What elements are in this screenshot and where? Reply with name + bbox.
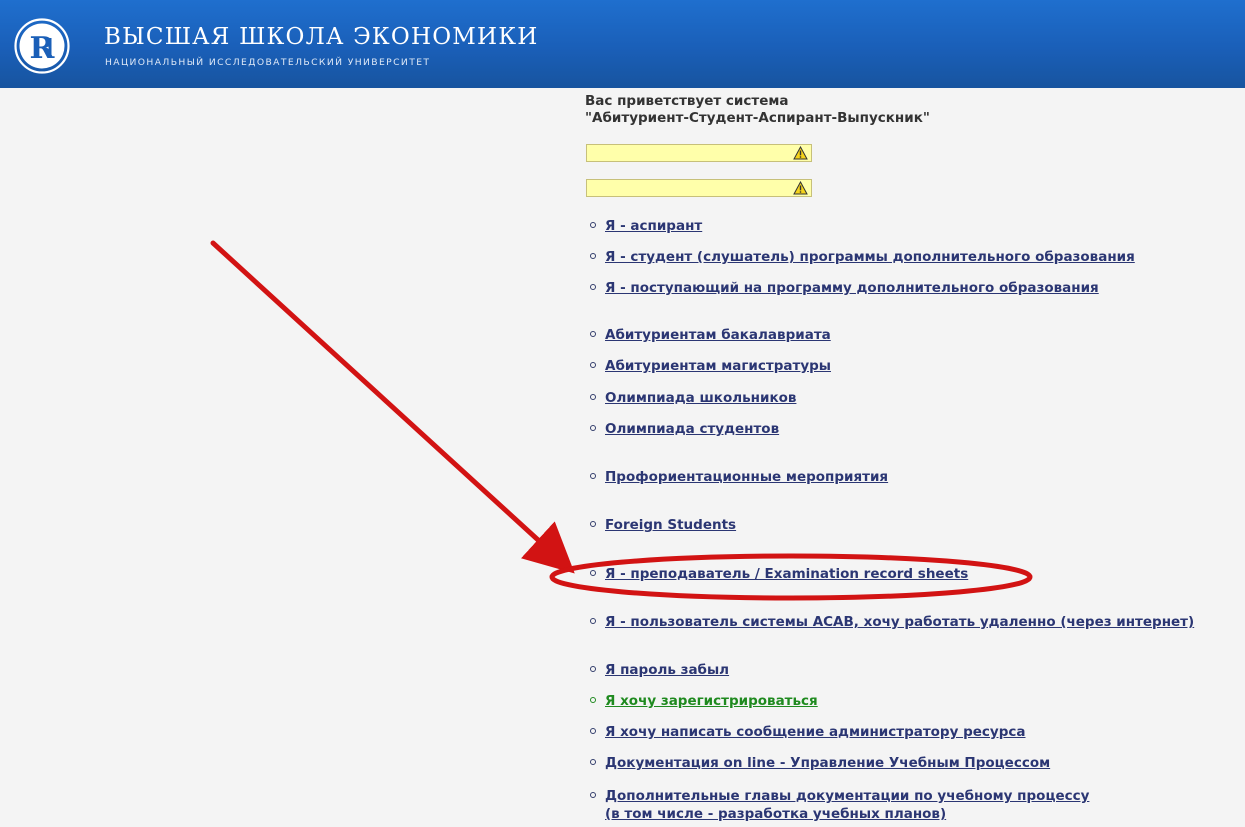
bullet-icon xyxy=(590,697,596,703)
link-student-olympiad[interactable]: Олимпиада студентов xyxy=(590,420,779,438)
link-text[interactable]: Олимпиада студентов xyxy=(605,421,779,437)
link-text[interactable]: Я - преподаватель / Examination record s… xyxy=(605,566,968,582)
bullet-icon xyxy=(590,425,596,431)
link-text[interactable]: Профориентационные мероприятия xyxy=(605,469,888,485)
warning-field-1 xyxy=(586,144,812,162)
bullet-icon xyxy=(590,473,596,479)
bullet-icon xyxy=(590,666,596,672)
link-text[interactable]: Я - поступающий на программу дополнитель… xyxy=(605,280,1099,296)
bullet-icon xyxy=(590,521,596,527)
link-bachelor-applicants[interactable]: Абитуриентам бакалавриата xyxy=(590,326,831,344)
bullet-icon xyxy=(590,331,596,337)
link-postgraduate[interactable]: Я - аспирант xyxy=(590,217,702,235)
link-text[interactable]: Я пароль забыл xyxy=(605,662,729,678)
bullet-icon xyxy=(590,728,596,734)
link-text[interactable]: Абитуриентам бакалавриата xyxy=(605,327,831,343)
link-master-applicants[interactable]: Абитуриентам магистратуры xyxy=(590,357,831,375)
link-text[interactable]: Олимпиада школьников xyxy=(605,390,796,406)
bullet-icon xyxy=(590,222,596,228)
link-text[interactable]: Я - пользователь системы АСАВ, хочу рабо… xyxy=(605,614,1194,630)
bullet-icon xyxy=(590,284,596,290)
welcome-line-2: "Абитуриент-Студент-Аспирант-Выпускник" xyxy=(585,110,930,126)
link-continuing-ed-student[interactable]: Я - студент (слушатель) программы дополн… xyxy=(590,248,1135,266)
link-online-docs[interactable]: Документация on line - Управление Учебны… xyxy=(590,754,1050,772)
link-school-olympiad[interactable]: Олимпиада школьников xyxy=(590,389,796,407)
link-text[interactable]: Абитуриентам магистратуры xyxy=(605,358,831,374)
hse-logo-icon[interactable]: R xyxy=(14,18,70,74)
warning-triangle-icon xyxy=(793,181,808,195)
link-text-line-2[interactable]: (в том числе - разработка учебных планов… xyxy=(605,806,946,822)
svg-text:R: R xyxy=(30,31,56,66)
welcome-line-1: Вас приветствует система xyxy=(585,93,789,109)
link-text[interactable]: Я - аспирант xyxy=(605,218,702,234)
welcome-message: Вас приветствует система "Абитуриент-Сту… xyxy=(585,93,930,127)
bullet-icon xyxy=(590,618,596,624)
bullet-icon xyxy=(590,394,596,400)
link-continuing-ed-applicant[interactable]: Я - поступающий на программу дополнитель… xyxy=(590,279,1099,297)
bullet-icon xyxy=(590,759,596,765)
red-arrow-annotation xyxy=(210,240,575,574)
warning-triangle-icon xyxy=(793,146,808,160)
brand-subtitle: НАЦИОНАЛЬНЫЙ ИССЛЕДОВАТЕЛЬСКИЙ УНИВЕРСИТ… xyxy=(105,57,431,68)
link-asav-remote-user[interactable]: Я - пользователь системы АСАВ, хочу рабо… xyxy=(590,613,1194,631)
link-text[interactable]: Я хочу написать сообщение администратору… xyxy=(605,724,1026,740)
bullet-icon xyxy=(590,253,596,259)
link-extra-doc-chapters[interactable]: Дополнительные главы документации по уче… xyxy=(590,787,1089,823)
bullet-icon xyxy=(590,362,596,368)
link-career-events[interactable]: Профориентационные мероприятия xyxy=(590,468,888,486)
link-teacher-record-sheets[interactable]: Я - преподаватель / Examination record s… xyxy=(590,565,968,583)
bullet-icon xyxy=(590,792,596,798)
site-header: R ВЫСШАЯ ШКОЛА ЭКОНОМИКИ НАЦИОНАЛЬНЫЙ ИС… xyxy=(0,0,1245,88)
link-text[interactable]: Дополнительные главы документации по уче… xyxy=(605,788,1089,804)
bullet-icon xyxy=(590,570,596,576)
brand-title: ВЫСШАЯ ШКОЛА ЭКОНОМИКИ xyxy=(104,24,539,50)
link-text[interactable]: Я хочу зарегистрироваться xyxy=(605,693,818,709)
link-text[interactable]: Документация on line - Управление Учебны… xyxy=(605,755,1050,771)
link-text[interactable]: Я - студент (слушатель) программы дополн… xyxy=(605,249,1135,265)
link-text[interactable]: Foreign Students xyxy=(605,517,736,533)
warning-field-2 xyxy=(586,179,812,197)
link-message-admin[interactable]: Я хочу написать сообщение администратору… xyxy=(590,723,1026,741)
link-register[interactable]: Я хочу зарегистрироваться xyxy=(590,692,818,710)
link-foreign-students[interactable]: Foreign Students xyxy=(590,516,736,534)
link-forgot-password[interactable]: Я пароль забыл xyxy=(590,661,729,679)
